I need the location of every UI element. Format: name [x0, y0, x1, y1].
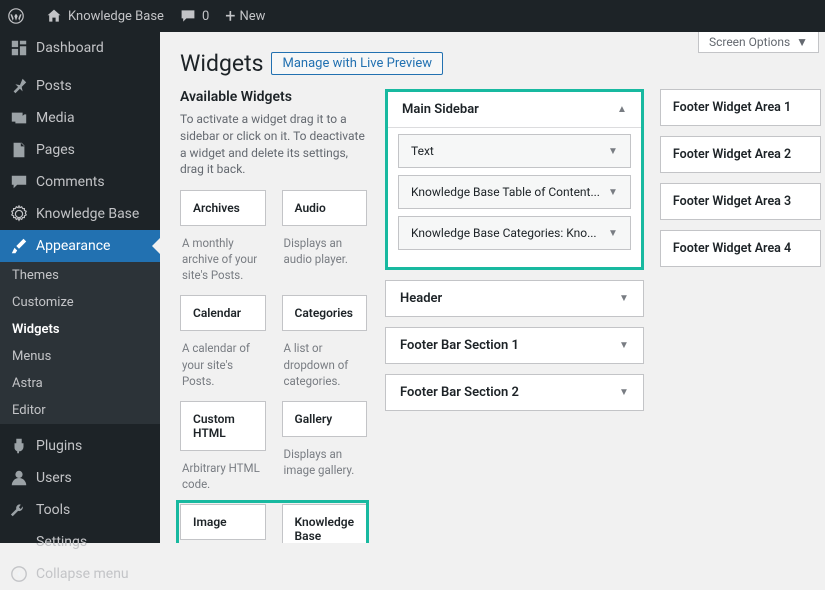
- widget-desc: Arbitrary HTML code.: [180, 451, 266, 504]
- admin-toolbar: Knowledge Base 0 + New: [0, 0, 825, 32]
- placed-widget[interactable]: Knowledge Base Categories: Kno...▼: [398, 216, 631, 250]
- available-widget: ImageDisplays an image.: [180, 504, 266, 543]
- chevron-down-icon: ▼: [619, 387, 629, 398]
- chevron-down-icon: ▼: [619, 340, 629, 351]
- available-widget: AudioDisplays an audio player.: [282, 190, 368, 295]
- wrench-icon: [10, 501, 28, 519]
- sidebar-item-collapse-menu[interactable]: Collapse menu: [0, 558, 160, 590]
- sidebar-item-pages[interactable]: Pages: [0, 134, 160, 166]
- widget-area: Main Sidebar▲ Text▼ Knowledge Base Table o…: [385, 89, 644, 270]
- sidebar-item-plugins[interactable]: Plugins: [0, 430, 160, 462]
- site-name-link[interactable]: Knowledge Base: [38, 0, 172, 32]
- new-link[interactable]: + New: [217, 0, 273, 32]
- widget-handle[interactable]: Archives: [180, 190, 266, 226]
- sidebar-item-appearance[interactable]: Appearance: [0, 230, 160, 262]
- widget-area: Header▼: [385, 280, 644, 317]
- widget-desc: Displays an audio player.: [282, 226, 368, 279]
- widget-area: Footer Widget Area 3: [660, 183, 821, 220]
- available-widget: CalendarA calendar of your site's Posts.: [180, 295, 266, 400]
- area-toggle[interactable]: Footer Widget Area 2: [661, 137, 820, 172]
- screen-options-toggle[interactable]: Screen Options ▼: [698, 32, 819, 53]
- live-preview-button[interactable]: Manage with Live Preview: [271, 52, 443, 75]
- pin-icon: [10, 77, 28, 95]
- widget-area: Footer Widget Area 4: [660, 230, 821, 267]
- area-toggle[interactable]: Footer Bar Section 1▼: [386, 328, 643, 363]
- admin-sidebar: Dashboard PostsMediaPagesCommentsKnowledg…: [0, 32, 160, 543]
- available-widget: ArchivesA monthly archive of your site's…: [180, 190, 266, 295]
- plus-icon: +: [225, 6, 235, 27]
- sidebar-sub-widgets[interactable]: Widgets: [0, 316, 160, 343]
- sidebar-sub-themes[interactable]: Themes: [0, 262, 160, 289]
- gear-icon: [10, 205, 28, 223]
- available-heading: Available Widgets: [180, 89, 367, 105]
- available-widget: CategoriesA list or dropdown of categori…: [282, 295, 368, 400]
- area-toggle[interactable]: Footer Widget Area 1: [661, 90, 820, 125]
- comments-link[interactable]: 0: [172, 0, 217, 32]
- chevron-down-icon: ▼: [619, 293, 629, 304]
- area-toggle[interactable]: Footer Widget Area 3: [661, 184, 820, 219]
- collapse-icon: [10, 565, 28, 583]
- chevron-down-icon: ▼: [608, 187, 618, 198]
- sidebar-item-knowledge-base[interactable]: Knowledge Base: [0, 198, 160, 230]
- area-toggle[interactable]: Footer Bar Section 2▼: [386, 375, 643, 410]
- page-icon: [10, 141, 28, 159]
- widget-desc: A list or dropdown of categories.: [282, 331, 368, 400]
- area-toggle[interactable]: Main Sidebar▲: [388, 92, 641, 127]
- new-label: New: [239, 9, 265, 24]
- sidebar-sub-menus[interactable]: Menus: [0, 343, 160, 370]
- chevron-down-icon: ▼: [608, 146, 618, 157]
- sidebar-item-tools[interactable]: Tools: [0, 494, 160, 526]
- sidebar-item-posts[interactable]: Posts: [0, 70, 160, 102]
- widget-areas: Main Sidebar▲ Text▼ Knowledge Base Table o…: [385, 89, 821, 543]
- user-icon: [10, 469, 28, 487]
- sidebar-item-comments[interactable]: Comments: [0, 166, 160, 198]
- available-desc: To activate a widget drag it to a sideba…: [180, 111, 367, 178]
- widget-desc: Displays an image gallery.: [282, 437, 368, 490]
- brush-icon: [10, 237, 28, 255]
- sidebar-item-media[interactable]: Media: [0, 102, 160, 134]
- media-icon: [10, 109, 28, 127]
- widget-area: Footer Bar Section 2▼: [385, 374, 644, 411]
- widget-area: Footer Widget Area 1: [660, 89, 821, 126]
- wp-logo[interactable]: [0, 0, 38, 32]
- plug-icon: [10, 437, 28, 455]
- available-widgets: Available Widgets To activate a widget d…: [180, 89, 367, 543]
- sidebar-item-dashboard[interactable]: Dashboard: [0, 32, 160, 64]
- dashboard-icon: [10, 39, 28, 57]
- placed-widget[interactable]: Text▼: [398, 134, 631, 168]
- chevron-up-icon: ▲: [617, 104, 627, 115]
- widget-desc: A monthly archive of your site's Posts.: [180, 226, 266, 295]
- sidebar-sub-customize[interactable]: Customize: [0, 289, 160, 316]
- widget-handle[interactable]: Categories: [282, 295, 368, 331]
- comment-icon: [10, 173, 28, 191]
- widget-area: Footer Widget Area 2: [660, 136, 821, 173]
- placed-widget[interactable]: Knowledge Base Table of Content...▼: [398, 175, 631, 209]
- widget-handle[interactable]: Calendar: [180, 295, 266, 331]
- chevron-down-icon: ▼: [608, 228, 618, 239]
- site-name: Knowledge Base: [68, 9, 164, 24]
- page-title: Widgets Manage with Live Preview: [180, 50, 805, 77]
- widget-area: Footer Bar Section 1▼: [385, 327, 644, 364]
- area-toggle[interactable]: Footer Widget Area 4: [661, 231, 820, 266]
- main-content: Screen Options ▼ Widgets Manage with Liv…: [160, 32, 825, 543]
- sliders-icon: [10, 533, 28, 551]
- area-toggle[interactable]: Header▼: [386, 281, 643, 316]
- sidebar-sub-editor[interactable]: Editor: [0, 397, 160, 424]
- comment-count: 0: [202, 9, 209, 24]
- widget-handle[interactable]: Knowledge Base Articles: [282, 504, 368, 543]
- widget-handle[interactable]: Audio: [282, 190, 368, 226]
- available-widget: Knowledge Base ArticlesA widget for disp…: [282, 504, 368, 543]
- sidebar-item-settings[interactable]: Settings: [0, 526, 160, 558]
- sidebar-item-users[interactable]: Users: [0, 462, 160, 494]
- available-widget: GalleryDisplays an image gallery.: [282, 401, 368, 504]
- widget-handle[interactable]: Image: [180, 504, 266, 540]
- widget-handle[interactable]: Custom HTML: [180, 401, 266, 451]
- widget-handle[interactable]: Gallery: [282, 401, 368, 437]
- available-widget: Custom HTMLArbitrary HTML code.: [180, 401, 266, 504]
- widget-desc: A calendar of your site's Posts.: [180, 331, 266, 400]
- sidebar-sub-astra[interactable]: Astra: [0, 370, 160, 397]
